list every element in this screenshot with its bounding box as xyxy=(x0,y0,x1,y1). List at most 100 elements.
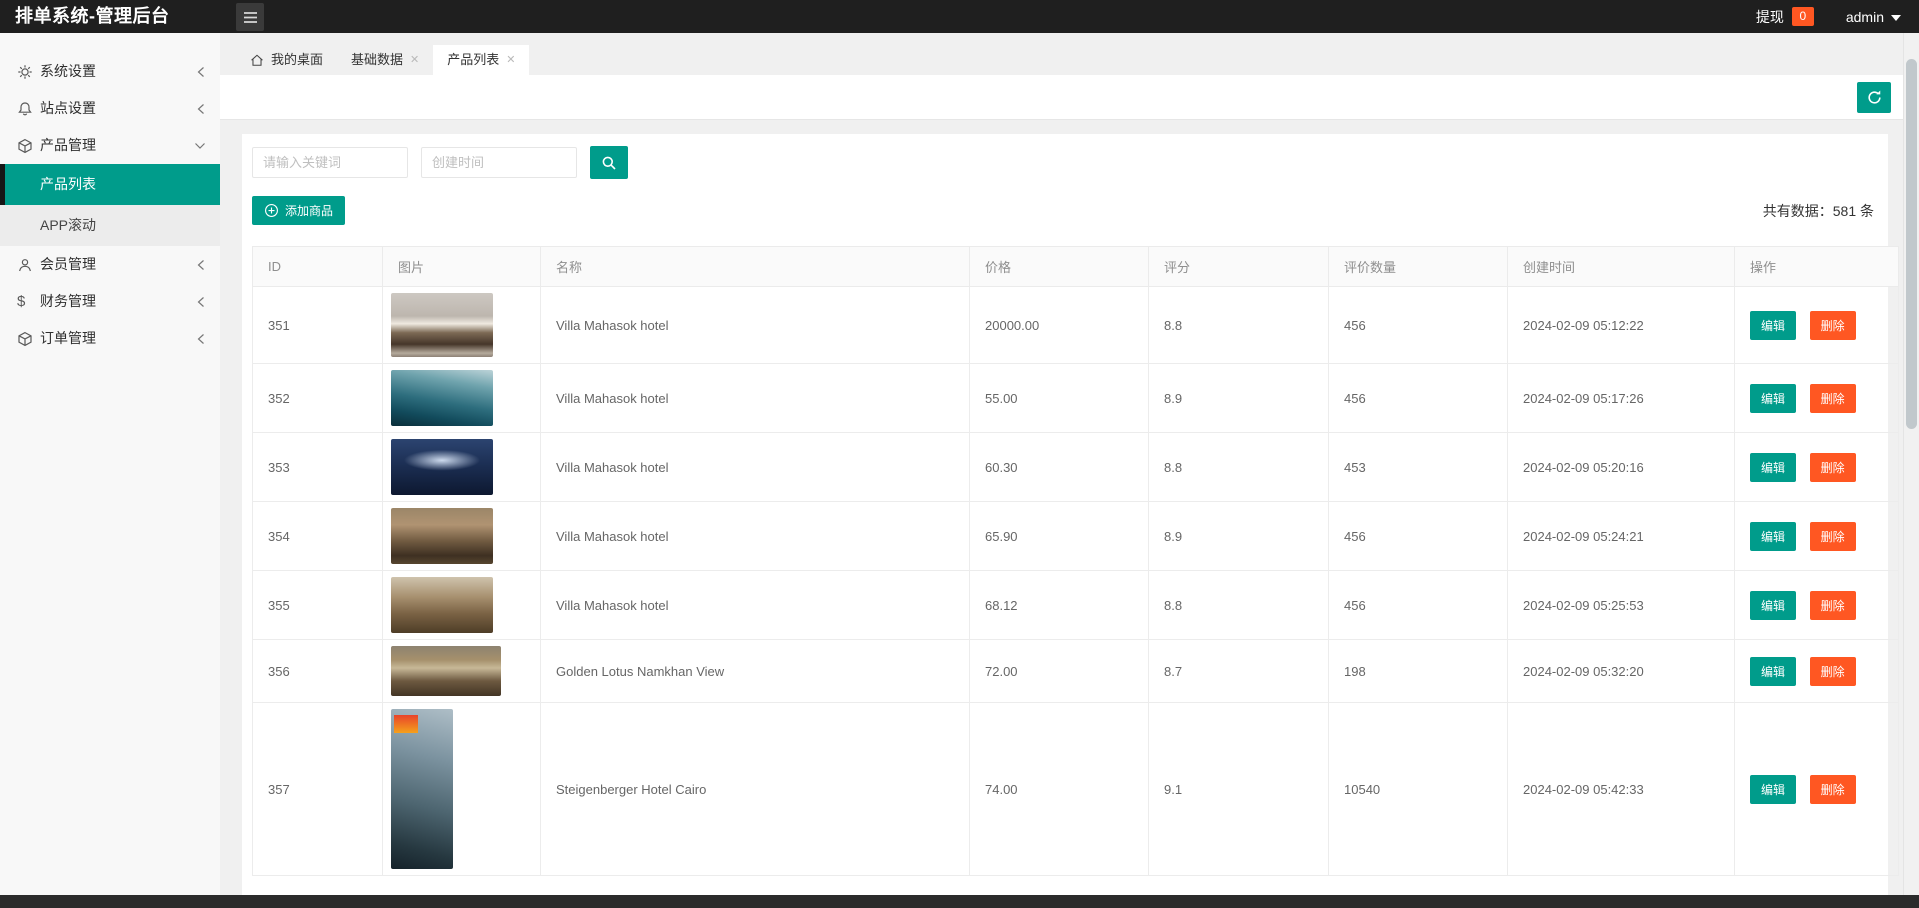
table-row: 352 Villa Mahasok hotel 55.00 8.9 456 20… xyxy=(252,363,1899,433)
sidebar-item-label: 会员管理 xyxy=(40,256,96,272)
cell-score: 9.1 xyxy=(1148,702,1329,876)
cube-icon xyxy=(17,127,33,164)
search-icon xyxy=(602,156,616,170)
hamburger-icon xyxy=(243,11,257,23)
topbar: 排单系统-管理后台 提现 0 admin xyxy=(0,0,1919,33)
user-icon xyxy=(17,246,33,283)
cell-created: 2024-02-09 05:25:53 xyxy=(1507,570,1735,640)
tab-label: 我的桌面 xyxy=(271,52,324,67)
column-header-reviews: 评价数量 xyxy=(1328,246,1508,287)
bottom-bar xyxy=(0,895,1919,908)
products-table: ID 图片 名称 价格 评分 评价数量 创建时间 操作 351 Villa Ma… xyxy=(252,246,1899,876)
cell-id: 357 xyxy=(252,702,383,876)
edit-button[interactable]: 编辑 xyxy=(1750,383,1797,413)
cell-price: 68.12 xyxy=(969,570,1149,640)
search-row xyxy=(252,146,1878,179)
sidebar-item-label: 系统设置 xyxy=(40,63,96,79)
sidebar-item-label: 订单管理 xyxy=(40,330,96,346)
sidebar-item-order-management[interactable]: 订单管理 xyxy=(0,320,220,357)
menu-toggle-button[interactable] xyxy=(236,3,264,31)
cell-created: 2024-02-09 05:24:21 xyxy=(1507,501,1735,571)
sidebar-subitem-app-scroll[interactable]: APP滚动 xyxy=(0,205,220,246)
delete-button[interactable]: 删除 xyxy=(1809,774,1856,804)
gear-icon xyxy=(17,53,33,90)
dollar-icon: $ xyxy=(17,293,26,310)
delete-button[interactable]: 删除 xyxy=(1809,590,1856,620)
cell-id: 351 xyxy=(252,286,383,364)
cell-created: 2024-02-09 05:17:26 xyxy=(1507,363,1735,433)
keyword-input[interactable] xyxy=(252,147,408,178)
user-menu[interactable]: admin xyxy=(1846,9,1901,25)
close-icon[interactable]: ✕ xyxy=(410,54,419,66)
edit-button[interactable]: 编辑 xyxy=(1750,774,1797,804)
table-row: 353 Villa Mahasok hotel 60.30 8.8 453 20… xyxy=(252,432,1899,502)
plus-circle-icon xyxy=(265,204,278,217)
sidebar: 系统设置 站点设置 产品管理 产品列表 APP滚动 会员管理 $ 财务管理 订单… xyxy=(0,33,220,895)
cell-reviews: 453 xyxy=(1328,432,1508,502)
cell-price: 55.00 xyxy=(969,363,1149,433)
cell-image xyxy=(382,432,541,502)
cell-actions: 编辑 删除 xyxy=(1734,702,1899,876)
table-row: 355 Villa Mahasok hotel 68.12 8.8 456 20… xyxy=(252,570,1899,640)
edit-button[interactable]: 编辑 xyxy=(1750,521,1797,551)
add-product-label: 添加商品 xyxy=(285,204,334,218)
edit-button[interactable]: 编辑 xyxy=(1750,452,1797,482)
refresh-button[interactable] xyxy=(1857,82,1891,113)
delete-button[interactable]: 删除 xyxy=(1809,521,1856,551)
sidebar-item-system-settings[interactable]: 系统设置 xyxy=(0,53,220,90)
refresh-icon xyxy=(1867,90,1881,104)
search-button[interactable] xyxy=(590,146,628,179)
delete-button[interactable]: 删除 xyxy=(1809,310,1856,340)
tab-product-list[interactable]: 产品列表 ✕ xyxy=(433,45,530,75)
cell-id: 356 xyxy=(252,639,383,703)
cell-reviews: 456 xyxy=(1328,363,1508,433)
withdraw-badge: 0 xyxy=(1791,7,1814,26)
tab-label: 产品列表 xyxy=(447,52,500,67)
sidebar-item-member-management[interactable]: 会员管理 xyxy=(0,246,220,283)
product-image xyxy=(391,439,493,495)
cell-image xyxy=(382,702,541,876)
cell-reviews: 10540 xyxy=(1328,702,1508,876)
cell-score: 8.7 xyxy=(1148,639,1329,703)
edit-button[interactable]: 编辑 xyxy=(1750,656,1797,686)
table-body: 351 Villa Mahasok hotel 20000.00 8.8 456… xyxy=(252,286,1899,876)
tab-label: 基础数据 xyxy=(351,52,404,67)
cell-id: 354 xyxy=(252,501,383,571)
cell-created: 2024-02-09 05:42:33 xyxy=(1507,702,1735,876)
username: admin xyxy=(1845,8,1884,25)
cell-id: 353 xyxy=(252,432,383,502)
cell-image xyxy=(382,570,541,640)
tab-my-desktop[interactable]: 我的桌面 xyxy=(236,45,337,75)
withdraw-label: 提现 xyxy=(1755,8,1784,25)
add-product-button[interactable]: 添加商品 xyxy=(252,196,346,225)
sidebar-subitem-product-list[interactable]: 产品列表 xyxy=(0,164,220,205)
chevron-left-icon xyxy=(196,283,206,320)
cell-reviews: 198 xyxy=(1328,639,1508,703)
cell-price: 65.90 xyxy=(969,501,1149,571)
withdraw-link[interactable]: 提现 0 xyxy=(1756,7,1814,27)
delete-button[interactable]: 删除 xyxy=(1809,383,1856,413)
delete-button[interactable]: 删除 xyxy=(1809,452,1856,482)
cell-image xyxy=(382,639,541,703)
cell-score: 8.8 xyxy=(1148,570,1329,640)
caret-down-icon xyxy=(1891,14,1901,21)
cube-icon xyxy=(17,320,33,357)
sidebar-subitem-label: APP滚动 xyxy=(40,217,97,233)
edit-button[interactable]: 编辑 xyxy=(1750,590,1797,620)
cell-image xyxy=(382,363,541,433)
product-submenu: 产品列表 APP滚动 xyxy=(0,164,220,246)
actions-row: 添加商品 共有数据：581 条 xyxy=(252,196,1878,225)
delete-button[interactable]: 删除 xyxy=(1809,656,1856,686)
created-time-input[interactable] xyxy=(421,147,577,178)
cell-score: 8.8 xyxy=(1148,432,1329,502)
close-icon[interactable]: ✕ xyxy=(506,54,515,66)
column-header-actions: 操作 xyxy=(1734,246,1899,287)
sidebar-item-finance-management[interactable]: $ 财务管理 xyxy=(0,283,220,320)
column-header-created: 创建时间 xyxy=(1507,246,1735,287)
tab-basic-data[interactable]: 基础数据 ✕ xyxy=(337,45,433,75)
scrollbar-thumb[interactable] xyxy=(1906,59,1917,429)
cell-image xyxy=(382,501,541,571)
edit-button[interactable]: 编辑 xyxy=(1750,310,1797,340)
sidebar-item-site-settings[interactable]: 站点设置 xyxy=(0,90,220,127)
sidebar-item-product-management[interactable]: 产品管理 xyxy=(0,127,220,164)
